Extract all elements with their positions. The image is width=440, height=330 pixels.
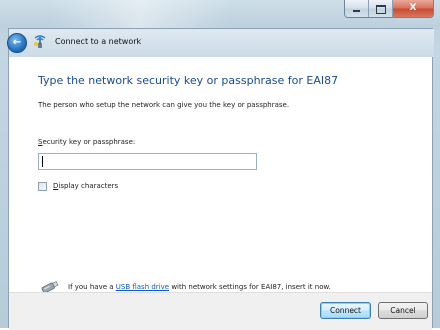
back-button[interactable]: ← xyxy=(7,33,27,53)
usb-flash-drive-link[interactable]: USB flash drive xyxy=(116,283,169,291)
description-text: The person who setup the network can giv… xyxy=(38,101,290,109)
usb-instruction: If you have a USB flash drive with netwo… xyxy=(68,283,331,291)
display-characters-option[interactable]: Display characters xyxy=(38,180,118,192)
close-icon: X xyxy=(409,3,417,13)
text-caret xyxy=(42,156,43,167)
minimize-icon xyxy=(353,10,360,12)
page-heading: Type the network security key or passphr… xyxy=(38,74,339,87)
navigation-bar: ← Connect to a network xyxy=(7,29,434,57)
display-characters-label-text: isplay characters xyxy=(58,182,119,190)
nav-title: Connect to a network xyxy=(55,37,142,46)
close-button[interactable]: X xyxy=(393,0,433,17)
network-icon xyxy=(34,35,46,48)
title-bar[interactable] xyxy=(50,0,230,28)
display-characters-label[interactable]: Display characters xyxy=(53,182,118,190)
dialog-client-area: ← Connect to a network Type the network … xyxy=(7,28,434,330)
security-key-input[interactable] xyxy=(38,153,257,170)
maximize-button[interactable] xyxy=(369,0,393,17)
display-characters-checkbox[interactable] xyxy=(38,181,47,191)
usb-text-after: with network settings for EAI87, insert … xyxy=(169,283,331,291)
caption-buttons: X xyxy=(344,0,434,18)
usb-text-before: If you have a xyxy=(68,283,116,291)
button-bar: Connect Cancel xyxy=(9,292,432,330)
cancel-button[interactable]: Cancel xyxy=(378,302,428,319)
minimize-button[interactable] xyxy=(345,0,369,17)
security-key-label-text: ecurity key or passphrase: xyxy=(42,138,136,146)
security-key-label: Security key or passphrase: xyxy=(38,138,135,146)
connect-button[interactable]: Connect xyxy=(320,302,371,319)
back-arrow-icon: ← xyxy=(12,37,22,48)
maximize-icon xyxy=(376,5,386,14)
